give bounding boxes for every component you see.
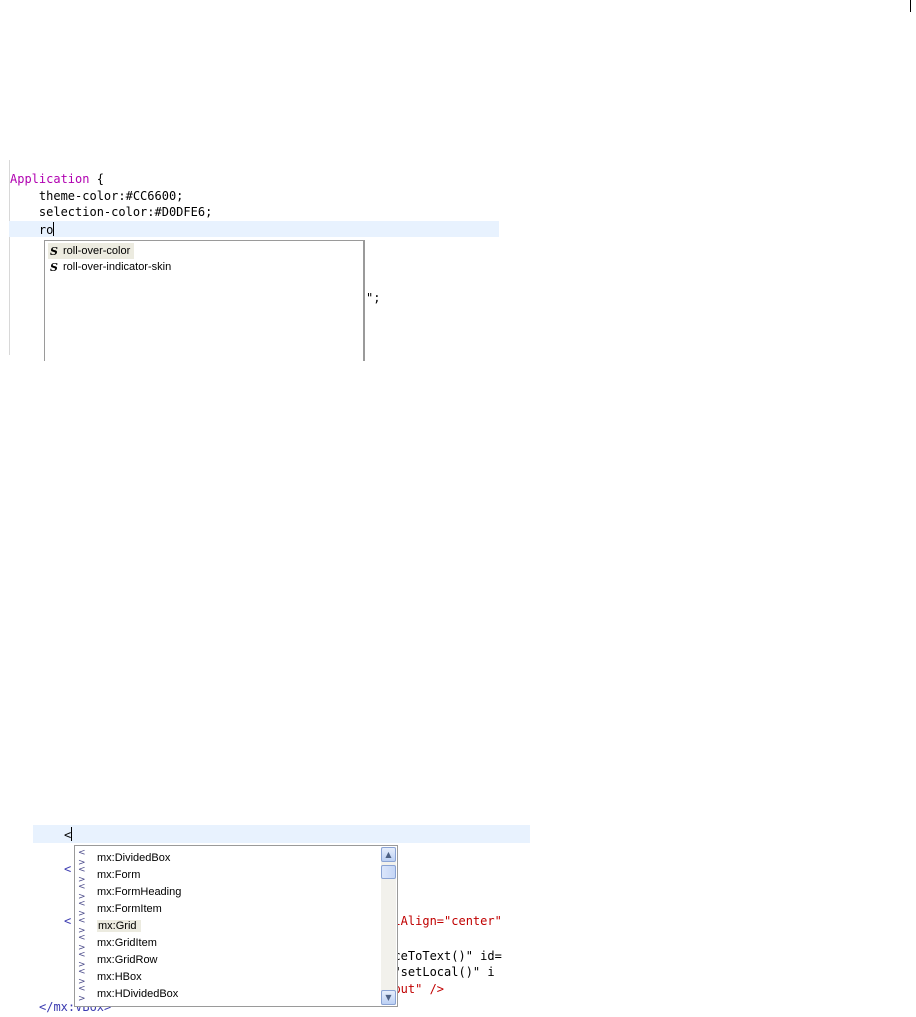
completion-label: mx:HBox bbox=[97, 970, 142, 983]
css-autocomplete-popup[interactable]: S roll-over-color S roll-over-indicator-… bbox=[44, 240, 365, 361]
occluded-code-fragment: "; bbox=[366, 291, 381, 305]
completion-label: mx:DividedBox bbox=[97, 851, 171, 864]
typed-text: ro bbox=[10, 223, 54, 237]
scroll-up-button[interactable]: ▲ bbox=[381, 847, 396, 862]
code-line-1: Application { bbox=[10, 172, 104, 186]
text-caret bbox=[53, 222, 55, 236]
tag-icon: < > bbox=[78, 983, 87, 1004]
completion-item[interactable]: < > mx:GridRow bbox=[78, 950, 158, 970]
completion-item[interactable]: < > mx:HBox bbox=[78, 967, 142, 987]
code-line-4: ro bbox=[10, 222, 55, 238]
completion-label: mx:Grid bbox=[97, 919, 141, 932]
completion-label: mx:FormHeading bbox=[97, 885, 182, 898]
popup-right-border bbox=[363, 241, 364, 361]
current-line-highlight bbox=[9, 221, 499, 237]
scrollbar-thumb[interactable] bbox=[381, 865, 396, 879]
completion-label: roll-over-indicator-skin bbox=[63, 261, 172, 273]
completion-label: mx:FormItem bbox=[97, 902, 162, 915]
completion-item[interactable]: < > mx:Grid bbox=[78, 916, 141, 936]
completion-label: mx:GridItem bbox=[97, 936, 157, 949]
occluded-code-line: < bbox=[64, 914, 72, 928]
completion-item[interactable]: < > mx:HDividedBox bbox=[78, 983, 179, 1004]
occluded-code-line: < bbox=[64, 862, 72, 876]
completion-item[interactable]: < > mx:DividedBox bbox=[78, 848, 171, 868]
code-line-2: theme-color:#CC6600; bbox=[10, 189, 184, 203]
completion-item[interactable]: S roll-over-color bbox=[48, 243, 135, 259]
css-selector: Application bbox=[10, 172, 90, 186]
completion-label: roll-over-color bbox=[63, 245, 131, 257]
style-property-icon: S bbox=[50, 260, 58, 274]
completion-label: mx:Form bbox=[97, 868, 141, 881]
popup-scrollbar[interactable]: ▲ ▼ bbox=[381, 847, 396, 1005]
completion-label: mx:HDividedBox bbox=[97, 987, 179, 1000]
scroll-down-button[interactable]: ▼ bbox=[381, 990, 396, 1005]
style-property-icon: S bbox=[50, 244, 58, 258]
completion-item[interactable]: S roll-over-indicator-skin bbox=[48, 259, 175, 275]
current-line-highlight bbox=[33, 825, 530, 843]
typed-text: < bbox=[64, 828, 72, 842]
code-line-typed: < bbox=[64, 827, 73, 843]
completion-item[interactable]: < > mx:GridItem bbox=[78, 933, 157, 953]
completion-item[interactable]: < > mx:Form bbox=[78, 865, 141, 885]
window-edge-divider bbox=[910, 0, 911, 12]
mxml-autocomplete-popup[interactable]: < > mx:DividedBox < > mx:Form < > mx:For… bbox=[74, 845, 398, 1007]
completion-item[interactable]: < > mx:FormItem bbox=[78, 899, 162, 919]
completion-item[interactable]: < > mx:FormHeading bbox=[78, 882, 182, 902]
code-line-3: selection-color:#D0DFE6; bbox=[10, 205, 213, 219]
completion-label: mx:GridRow bbox=[97, 953, 158, 966]
text-caret bbox=[71, 827, 73, 841]
